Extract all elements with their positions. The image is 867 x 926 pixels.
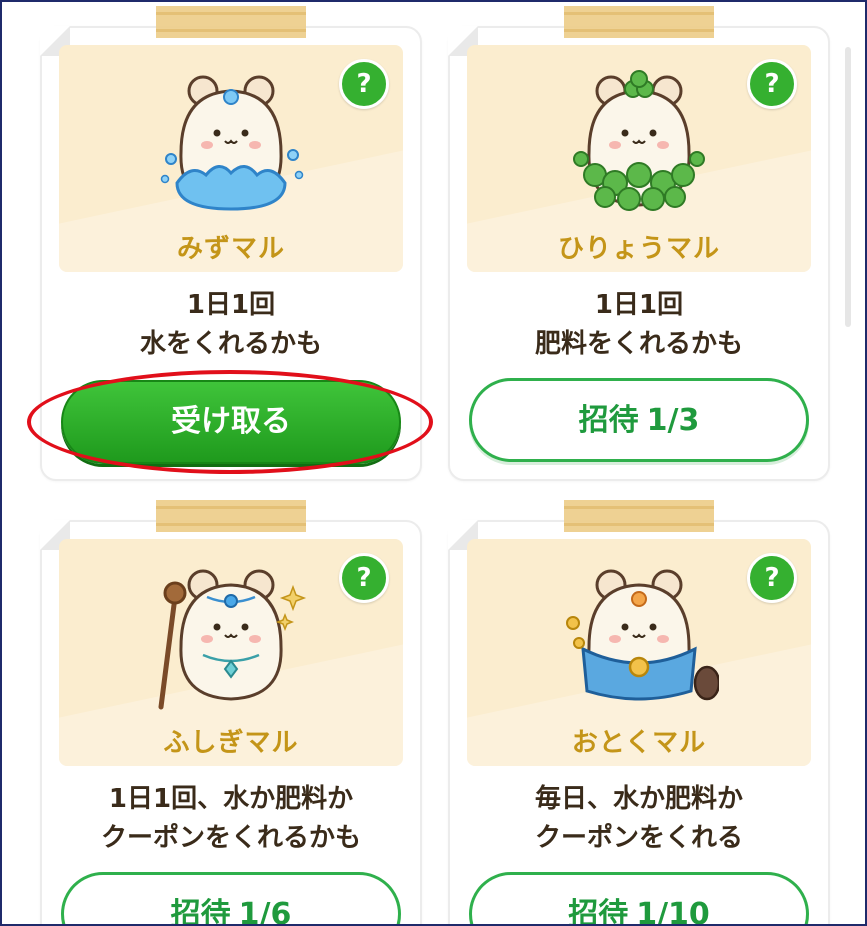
- character-name: ひりょうマル: [557, 234, 720, 264]
- character-panel: ? ひりょうマル: [467, 45, 811, 272]
- character-name: おとくマル: [571, 728, 707, 758]
- help-icon[interactable]: ?: [339, 553, 389, 603]
- character-panel: ? みずマル: [59, 45, 403, 272]
- character-name: みずマル: [176, 234, 285, 264]
- card-fushigimaru: ? ふしぎマル 1日1回、水か肥料か クーポンをくれるかも 招待 1/6: [40, 500, 422, 926]
- description-line-1: 1日1回: [186, 290, 276, 320]
- invite-label: 招待: [568, 897, 629, 926]
- help-icon[interactable]: ?: [339, 59, 389, 109]
- invite-progress: 1/6: [238, 897, 292, 926]
- description-line-2: 水をくれるかも: [139, 329, 322, 359]
- description-line-2: 肥料をくれるかも: [534, 329, 743, 359]
- card-otokumaru: ? おとくマル 毎日、水か肥料か クーポンをくれる 招待 1/10: [448, 500, 830, 926]
- character-panel: ? おとくマル: [467, 539, 811, 766]
- card-description: 1日1回、水か肥料か クーポンをくれるかも: [42, 780, 420, 858]
- treasure-hamster-icon: [566, 569, 719, 701]
- clover-hamster-icon: [573, 70, 705, 211]
- help-icon[interactable]: ?: [747, 553, 797, 603]
- description-line-1: 1日1回: [594, 290, 684, 320]
- scrollbar-thumb[interactable]: [845, 47, 851, 327]
- tape-decoration: [564, 6, 714, 38]
- card-description: 毎日、水か肥料か クーポンをくれる: [450, 780, 828, 858]
- scrollbar-track[interactable]: [845, 2, 861, 924]
- description-line-1: 1日1回、水か肥料か: [108, 784, 354, 814]
- invite-label: 招待: [170, 897, 231, 926]
- help-icon[interactable]: ?: [747, 59, 797, 109]
- water-hamster-icon: [160, 75, 304, 211]
- tape-decoration: [564, 500, 714, 532]
- description-line-2: クーポンをくれる: [534, 823, 743, 853]
- card-hiryoumaru: ? ひりょうマル 1日1回 肥料をくれるかも 招待 1/3: [448, 6, 830, 481]
- screenshot-frame: ? みずマル 1日1回 水をくれるかも 受け取る ? ひりょうマル 1日1回 肥…: [0, 0, 867, 926]
- invite-button[interactable]: 招待 1/10: [469, 872, 809, 926]
- tape-decoration: [156, 6, 306, 38]
- character-panel: ? ふしぎマル: [59, 539, 403, 766]
- invite-progress: 1/10: [636, 897, 710, 926]
- receive-button[interactable]: 受け取る: [61, 380, 401, 464]
- character-name: ふしぎマル: [163, 728, 299, 758]
- invite-button[interactable]: 招待 1/3: [469, 378, 809, 462]
- tape-decoration: [156, 500, 306, 532]
- invite-progress: 1/3: [646, 403, 700, 438]
- card-mizumaru: ? みずマル 1日1回 水をくれるかも 受け取る: [40, 6, 422, 481]
- description-line-2: クーポンをくれるかも: [100, 823, 361, 853]
- card-description: 1日1回 水をくれるかも: [42, 286, 420, 364]
- mystic-hamster-icon: [158, 569, 307, 710]
- invite-button[interactable]: 招待 1/6: [61, 872, 401, 926]
- description-line-1: 毎日、水か肥料か: [534, 784, 743, 814]
- invite-label: 招待: [578, 403, 639, 438]
- card-description: 1日1回 肥料をくれるかも: [450, 286, 828, 364]
